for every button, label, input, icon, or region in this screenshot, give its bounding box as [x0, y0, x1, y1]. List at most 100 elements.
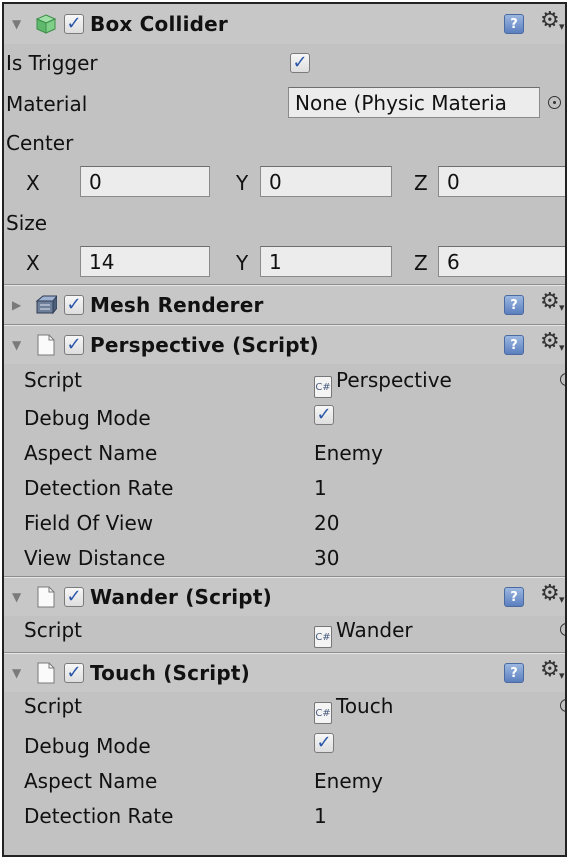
wander-title: Wander (Script) — [90, 584, 272, 609]
view-distance-row: View Distance 30 — [4, 542, 565, 576]
help-icon[interactable]: ? — [504, 335, 524, 355]
chevron-down-icon[interactable]: ▾ — [559, 20, 565, 33]
center-vector-row: X 0 Y 0 Z 0 — [4, 162, 565, 204]
debug-mode-label: Debug Mode — [24, 406, 151, 430]
script-label: Script — [24, 368, 83, 392]
object-picker-icon[interactable] — [560, 373, 565, 386]
chevron-down-icon[interactable]: ▾ — [559, 593, 565, 606]
wander-header[interactable]: ▼ ✓ Wander (Script) ? ⚙ ▾ — [4, 576, 565, 616]
view-distance-value[interactable]: 30 — [314, 546, 339, 570]
perspective-component: ▼ ✓ Perspective (Script) ? ⚙ ▾ Script C#… — [4, 324, 565, 576]
detection-rate-label: Detection Rate — [24, 804, 174, 828]
size-z-label: Z — [414, 251, 428, 275]
script-name: Touch — [336, 694, 394, 718]
perspective-script-row: Script C# Perspective — [4, 364, 565, 402]
chevron-down-icon[interactable]: ▾ — [559, 301, 565, 314]
help-icon[interactable]: ? — [504, 663, 524, 683]
document-icon — [34, 585, 58, 609]
script-reference[interactable]: C# Perspective — [314, 368, 452, 398]
aspect-name-value[interactable]: Enemy — [314, 769, 383, 793]
material-field[interactable]: None (Physic Materia — [288, 87, 540, 118]
wander-script-row: Script C# Wander — [4, 616, 565, 652]
document-icon — [34, 661, 58, 685]
touch-debug-mode-row: Debug Mode ✓ — [4, 730, 565, 765]
field-of-view-value[interactable]: 20 — [314, 511, 339, 535]
debug-mode-checkbox[interactable]: ✓ — [314, 733, 334, 753]
size-x-label: X — [26, 251, 40, 275]
aspect-name-row: Aspect Name Enemy — [4, 437, 565, 472]
help-icon[interactable]: ? — [504, 587, 524, 607]
box-collider-title: Box Collider — [90, 12, 228, 36]
size-y-label: Y — [236, 251, 249, 275]
touch-script-row: Script C# Touch — [4, 692, 565, 730]
touch-enabled-checkbox[interactable]: ✓ — [64, 662, 84, 683]
center-y-field[interactable]: 0 — [260, 166, 392, 197]
mesh-renderer-component: ▶ ✓ Mesh Renderer ? ⚙ ▾ — [4, 284, 565, 324]
debug-mode-checkbox[interactable]: ✓ — [314, 405, 334, 425]
debug-mode-row: Debug Mode ✓ — [4, 402, 565, 437]
foldout-open-icon[interactable]: ▼ — [12, 339, 24, 351]
detection-rate-label: Detection Rate — [24, 476, 174, 500]
chevron-down-icon[interactable]: ▾ — [559, 669, 565, 682]
touch-detection-rate-row: Detection Rate 1 — [4, 800, 565, 835]
size-y-field[interactable]: 1 — [260, 246, 392, 277]
help-icon[interactable]: ? — [504, 14, 524, 34]
inspector-panel: ▼ ✓ Box Collider ? ⚙ ▾ Is Trigger ✓ Mate… — [2, 2, 567, 857]
size-vector-row: X 14 Y 1 Z 6 — [4, 242, 565, 284]
object-picker-icon[interactable] — [560, 623, 565, 636]
script-reference[interactable]: C# Wander — [314, 618, 413, 648]
detection-rate-value[interactable]: 1 — [314, 476, 327, 500]
center-x-label: X — [26, 171, 40, 195]
foldout-open-icon[interactable]: ▼ — [12, 18, 24, 30]
gear-icon[interactable]: ⚙ — [540, 289, 560, 314]
wander-enabled-checkbox[interactable]: ✓ — [64, 586, 84, 607]
aspect-name-value[interactable]: Enemy — [314, 441, 383, 465]
perspective-enabled-checkbox[interactable]: ✓ — [64, 334, 84, 355]
box-collider-enabled-checkbox[interactable]: ✓ — [64, 14, 84, 34]
perspective-title: Perspective (Script) — [90, 332, 319, 357]
gear-icon[interactable]: ⚙ — [540, 581, 560, 606]
mesh-renderer-icon — [34, 293, 58, 317]
box-collider-header[interactable]: ▼ ✓ Box Collider ? ⚙ ▾ — [4, 4, 565, 44]
center-z-label: Z — [414, 171, 428, 195]
box-collider-component: ▼ ✓ Box Collider ? ⚙ ▾ Is Trigger ✓ Mate… — [4, 4, 565, 284]
is-trigger-checkbox[interactable]: ✓ — [290, 53, 310, 73]
gear-icon[interactable]: ⚙ — [540, 8, 560, 33]
center-x-field[interactable]: 0 — [80, 166, 210, 197]
aspect-name-label: Aspect Name — [24, 769, 158, 793]
script-label: Script — [24, 694, 83, 718]
is-trigger-row: Is Trigger ✓ — [4, 44, 565, 82]
touch-component: ▼ ✓ Touch (Script) ? ⚙ ▾ Script C# Touch … — [4, 652, 565, 835]
object-picker-icon[interactable] — [548, 96, 561, 109]
detection-rate-row: Detection Rate 1 — [4, 472, 565, 507]
chevron-down-icon[interactable]: ▾ — [559, 341, 565, 354]
touch-aspect-name-row: Aspect Name Enemy — [4, 765, 565, 800]
detection-rate-value[interactable]: 1 — [314, 804, 327, 828]
script-reference[interactable]: C# Touch — [314, 694, 393, 724]
help-icon[interactable]: ? — [504, 295, 524, 315]
gear-icon[interactable]: ⚙ — [540, 329, 560, 354]
material-label: Material — [6, 92, 88, 116]
gear-icon[interactable]: ⚙ — [540, 657, 560, 682]
foldout-open-icon[interactable]: ▼ — [12, 591, 24, 603]
wander-component: ▼ ✓ Wander (Script) ? ⚙ ▾ Script C# Wande… — [4, 576, 565, 652]
foldout-closed-icon[interactable]: ▶ — [12, 299, 24, 311]
cs-script-icon: C# — [314, 702, 332, 724]
is-trigger-label: Is Trigger — [6, 51, 98, 75]
script-name: Wander — [336, 618, 413, 642]
foldout-open-icon[interactable]: ▼ — [12, 667, 24, 679]
touch-header[interactable]: ▼ ✓ Touch (Script) ? ⚙ ▾ — [4, 652, 565, 692]
mesh-renderer-header[interactable]: ▶ ✓ Mesh Renderer ? ⚙ ▾ — [4, 284, 565, 324]
field-of-view-label: Field Of View — [24, 511, 154, 535]
center-y-label: Y — [236, 171, 249, 195]
cs-script-icon: C# — [314, 626, 332, 648]
script-name: Perspective — [336, 368, 452, 392]
aspect-name-label: Aspect Name — [24, 441, 158, 465]
size-z-field[interactable]: 6 — [438, 246, 565, 277]
perspective-header[interactable]: ▼ ✓ Perspective (Script) ? ⚙ ▾ — [4, 324, 565, 364]
size-x-field[interactable]: 14 — [80, 246, 210, 277]
object-picker-icon[interactable] — [560, 699, 565, 712]
mesh-renderer-enabled-checkbox[interactable]: ✓ — [64, 294, 84, 315]
center-z-field[interactable]: 0 — [438, 166, 565, 197]
view-distance-label: View Distance — [24, 546, 166, 570]
